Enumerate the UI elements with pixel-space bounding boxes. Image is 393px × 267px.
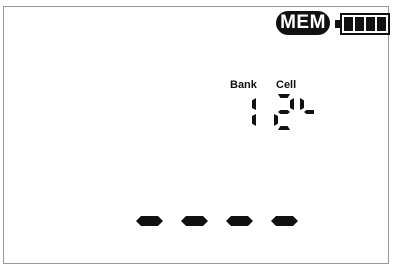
digit-segment: [274, 114, 278, 126]
seven-segment-digit: [300, 98, 314, 114]
dash-segment-icon: [136, 216, 163, 226]
battery-segment: [377, 17, 386, 31]
seven-segment-digit: [274, 94, 294, 130]
digit-segment: [304, 110, 314, 114]
seven-segment-digit: [252, 98, 256, 126]
bank-label: Bank: [230, 79, 257, 91]
battery-icon: [335, 13, 390, 35]
result-placeholder: [136, 216, 298, 226]
dash-segment-icon: [226, 216, 253, 226]
battery-segment: [344, 17, 353, 31]
battery-segment: [355, 17, 364, 31]
memory-badge: MEM: [276, 11, 330, 35]
digit-segment: [300, 98, 304, 110]
digit-segment: [252, 114, 256, 126]
battery-segment: [366, 17, 375, 31]
dash-segment-icon: [181, 216, 208, 226]
dash-segment-icon: [271, 216, 298, 226]
digit-segment: [252, 98, 256, 110]
digit-segment: [290, 98, 294, 110]
digit-segment: [278, 126, 290, 130]
cell-label: Cell: [276, 79, 297, 91]
digit-segment: [278, 110, 290, 114]
digit-segment: [278, 94, 290, 98]
bank-cell-display: [252, 94, 314, 130]
